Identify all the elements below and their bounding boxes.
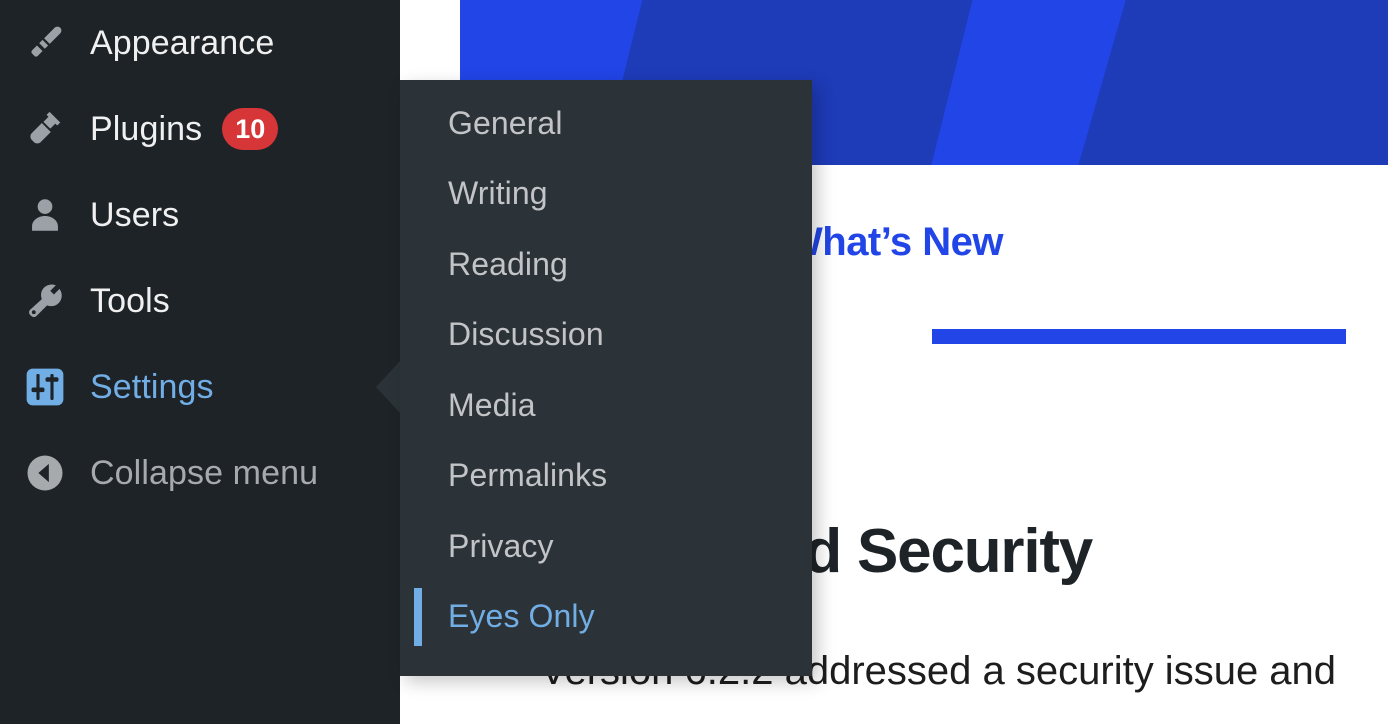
sidebar-item-label: Appearance bbox=[90, 23, 275, 62]
collapse-left-icon bbox=[22, 450, 68, 496]
sidebar-item-tools[interactable]: Tools bbox=[0, 258, 400, 344]
sidebar-item-label: Settings bbox=[90, 367, 214, 406]
banner-stripe-2 bbox=[1056, 0, 1388, 165]
wrench-icon bbox=[22, 278, 68, 324]
submenu-item-eyes-only[interactable]: Eyes Only bbox=[400, 582, 812, 653]
plugins-update-badge: 10 bbox=[222, 108, 279, 150]
paintbrush-icon bbox=[22, 20, 68, 66]
sidebar-item-plugins[interactable]: Plugins 10 bbox=[0, 86, 400, 172]
plug-icon bbox=[22, 106, 68, 152]
submenu-item-general[interactable]: General bbox=[400, 88, 812, 159]
sliders-icon bbox=[22, 364, 68, 410]
sidebar-item-label: Users bbox=[90, 195, 180, 234]
screen: What’s New Maintenance and Security Vers… bbox=[0, 0, 1388, 724]
submenu-item-privacy[interactable]: Privacy bbox=[400, 511, 812, 582]
submenu-item-permalinks[interactable]: Permalinks bbox=[400, 441, 812, 512]
sidebar-item-settings[interactable]: Settings bbox=[0, 344, 400, 430]
admin-sidebar: Appearance Plugins 10 Users Tools Settin… bbox=[0, 0, 400, 724]
sidebar-item-label: Collapse menu bbox=[90, 453, 319, 492]
sidebar-item-label: Tools bbox=[90, 281, 170, 320]
submenu-item-writing[interactable]: Writing bbox=[400, 159, 812, 230]
sidebar-item-users[interactable]: Users bbox=[0, 172, 400, 258]
user-icon bbox=[22, 192, 68, 238]
submenu-item-media[interactable]: Media bbox=[400, 370, 812, 441]
section-divider-bar bbox=[932, 329, 1346, 344]
submenu-pointer-arrow bbox=[376, 361, 400, 413]
submenu-item-discussion[interactable]: Discussion bbox=[400, 300, 812, 371]
submenu-item-reading[interactable]: Reading bbox=[400, 229, 812, 300]
settings-submenu: General Writing Reading Discussion Media… bbox=[400, 80, 812, 676]
sidebar-item-appearance[interactable]: Appearance bbox=[0, 0, 400, 86]
sidebar-item-label: Plugins bbox=[90, 109, 203, 148]
sidebar-item-collapse-menu[interactable]: Collapse menu bbox=[0, 430, 400, 516]
